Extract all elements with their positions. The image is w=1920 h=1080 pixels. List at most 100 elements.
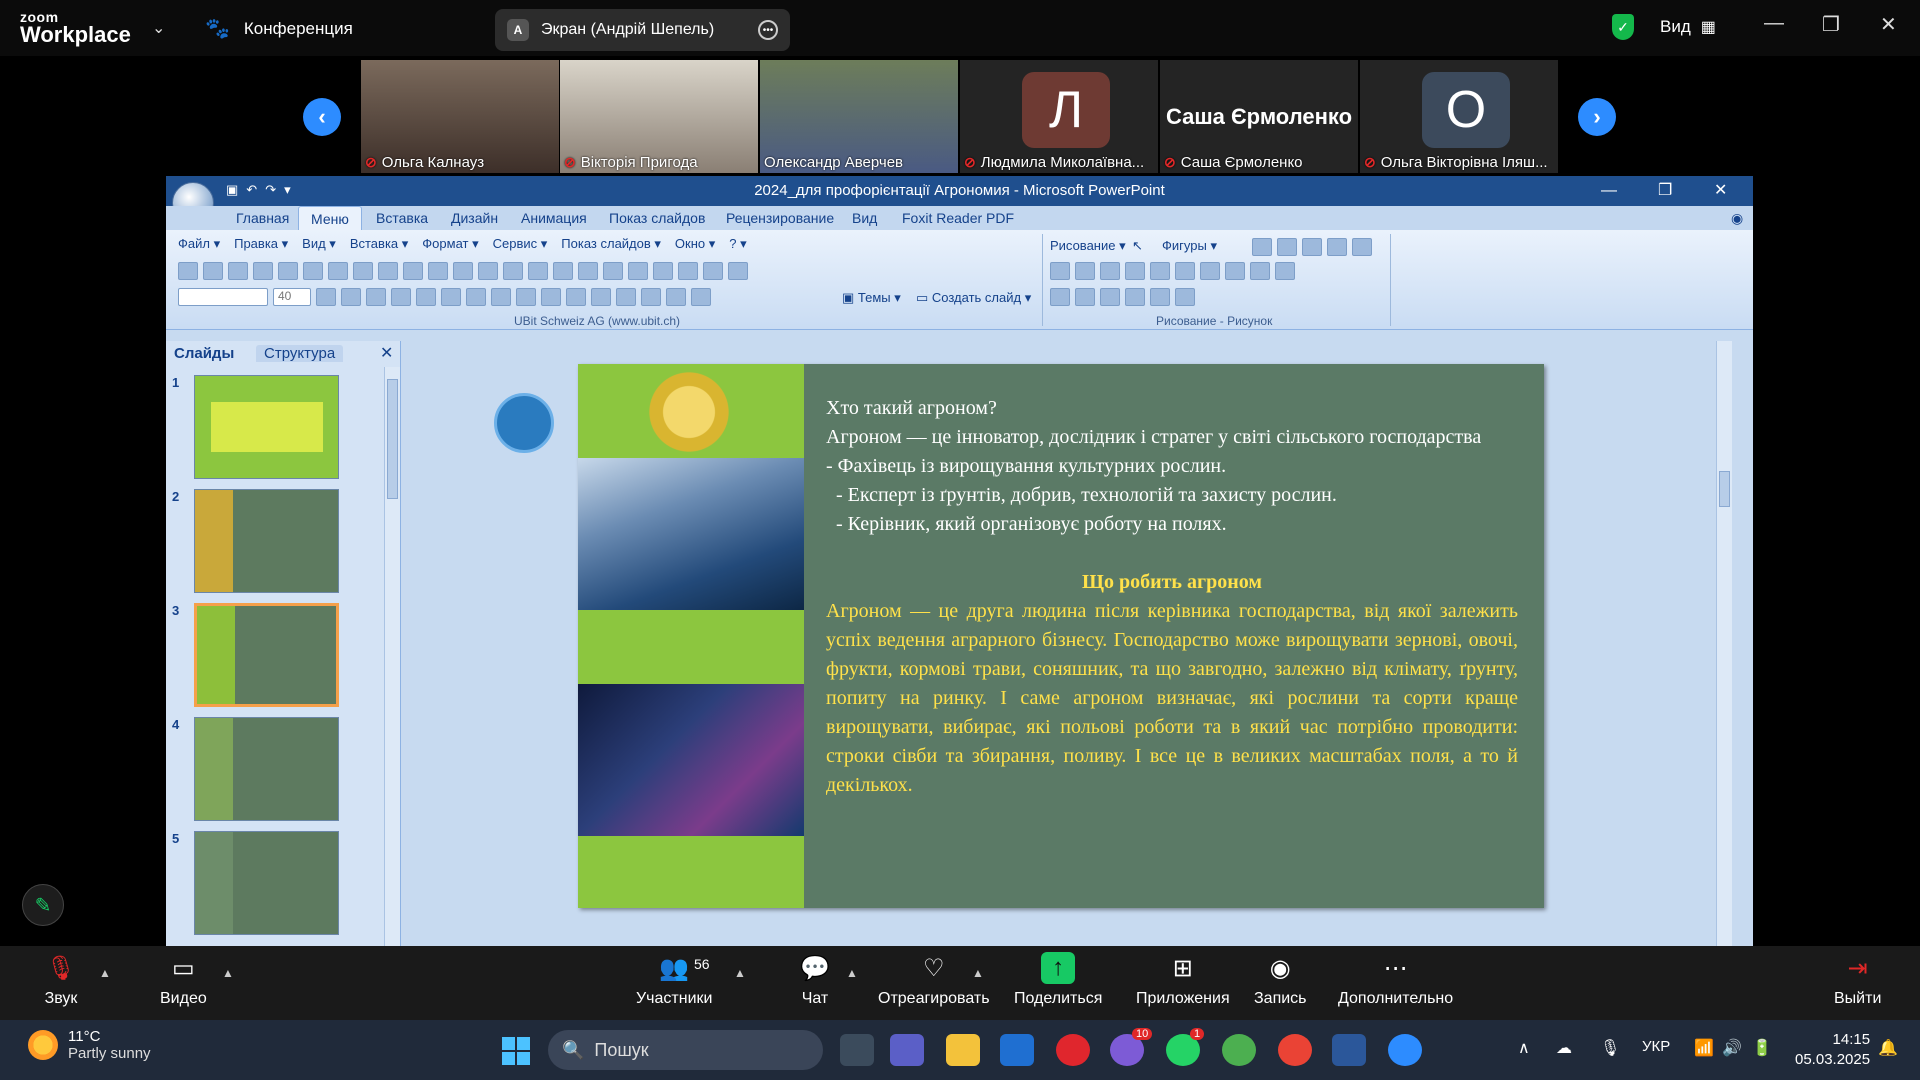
clock[interactable]: 14:15 05.03.2025	[1795, 1030, 1870, 1070]
participant-tile[interactable]: О ⊘ Ольга Вікторівна Іляш...	[1360, 60, 1558, 173]
record-button[interactable]: ◉ Запись	[1254, 952, 1307, 1008]
apps-button[interactable]: ⊞ Приложения	[1136, 952, 1230, 1008]
menu-service[interactable]: Сервис ▾	[493, 236, 548, 252]
undo-icon[interactable]	[453, 262, 473, 280]
more-button[interactable]: ⋯ Дополнительно	[1338, 952, 1453, 1008]
menu-slideshow[interactable]: Показ слайдов ▾	[561, 236, 661, 252]
link-icon[interactable]	[503, 262, 523, 280]
next-participants-button[interactable]: ›	[1578, 98, 1616, 136]
paste-icon[interactable]	[403, 262, 423, 280]
format-painter-icon[interactable]	[428, 262, 448, 280]
grid-icon[interactable]	[628, 262, 648, 280]
audio-button[interactable]: 🎙 Звук	[44, 952, 78, 1008]
search-box[interactable]: 🔍 Пошук	[548, 1030, 823, 1070]
video-caret-icon[interactable]: ▲	[222, 966, 234, 980]
tab-animation[interactable]: Анимация	[521, 210, 587, 226]
annotate-icon[interactable]: ✎	[22, 884, 64, 926]
editor-scrollbar[interactable]	[1716, 341, 1732, 946]
more-icon[interactable]: •••	[758, 20, 778, 40]
current-slide[interactable]: Хто такий агроном? Агроном — це інновато…	[578, 364, 1544, 908]
menu-help[interactable]: ? ▾	[729, 236, 746, 252]
dash-style-icon[interactable]	[1150, 288, 1170, 306]
brightness-down-icon[interactable]	[1150, 262, 1170, 280]
italic-icon[interactable]	[341, 288, 361, 306]
preview-icon[interactable]	[278, 262, 298, 280]
cursor-icon[interactable]: ↖	[1132, 238, 1143, 254]
color-icon[interactable]	[653, 262, 673, 280]
grayscale-icon[interactable]	[678, 262, 698, 280]
outdent-icon[interactable]	[666, 288, 686, 306]
participant-tile[interactable]: Л ⊘ Людмила Миколаївна...	[960, 60, 1158, 173]
recolor-icon[interactable]	[1200, 262, 1220, 280]
chevron-down-icon[interactable]: ⌄	[152, 18, 165, 38]
customize-icon[interactable]: ▾	[284, 182, 291, 198]
picture-icon[interactable]	[578, 262, 598, 280]
research-icon[interactable]	[328, 262, 348, 280]
tab-menu[interactable]: Меню	[298, 206, 362, 232]
ppt-minimize-icon[interactable]: —	[1601, 176, 1617, 206]
help-icon[interactable]	[728, 262, 748, 280]
slide-thumbnail-2[interactable]	[194, 489, 339, 593]
chat-button[interactable]: 💬 Чат	[798, 952, 832, 1008]
spell-icon[interactable]	[303, 262, 323, 280]
undo-icon[interactable]: ↶	[246, 182, 257, 198]
react-button[interactable]: ♡ Отреагировать	[878, 952, 990, 1008]
chat-caret-icon[interactable]: ▲	[846, 966, 858, 980]
conference-button[interactable]: 🐾 Конференция	[205, 16, 353, 41]
align-right-icon[interactable]	[466, 288, 486, 306]
contrast-up-icon[interactable]	[1075, 262, 1095, 280]
tab-slideshow[interactable]: Показ слайдов	[609, 210, 705, 226]
slide-text-box[interactable]: Хто такий агроном? Агроном — це інновато…	[826, 394, 1518, 800]
ppt-restore-icon[interactable]: ❐	[1658, 176, 1672, 206]
save-icon[interactable]	[228, 262, 248, 280]
numbering-icon[interactable]	[541, 288, 561, 306]
help-icon[interactable]: ◉	[1731, 210, 1743, 227]
save-icon[interactable]: ▣	[226, 182, 238, 198]
tab-design[interactable]: Дизайн	[451, 210, 498, 226]
slide-thumbnail-5[interactable]	[194, 831, 339, 935]
shield-check-icon[interactable]: ✓	[1612, 14, 1634, 40]
cloud-icon[interactable]: ☁	[1556, 1038, 1572, 1058]
crop-icon[interactable]	[1225, 262, 1245, 280]
video-button[interactable]: ▭ Видео	[160, 952, 207, 1008]
arrow-style-icon[interactable]	[1175, 288, 1195, 306]
scroll-thumb[interactable]	[1719, 471, 1730, 507]
prev-participants-button[interactable]: ‹	[303, 98, 341, 136]
underline-icon[interactable]	[366, 288, 386, 306]
menu-view[interactable]: Вид ▾	[302, 236, 336, 252]
tab-foxit[interactable]: Foxit Reader PDF	[902, 210, 1014, 226]
volume-icon[interactable]: 🔊	[1722, 1038, 1742, 1058]
slide-thumbnail-4[interactable]	[194, 717, 339, 821]
start-icon[interactable]	[502, 1037, 530, 1065]
participant-tile[interactable]: Саша Єрмоленко ⊘ Саша Єрмоленко	[1160, 60, 1358, 173]
rotate-icon[interactable]	[1175, 262, 1195, 280]
zoom-app-icon[interactable]	[1388, 1034, 1422, 1066]
font-shrink-icon[interactable]	[616, 288, 636, 306]
audio-caret-icon[interactable]: ▲	[99, 966, 111, 980]
indent-icon[interactable]	[641, 288, 661, 306]
wifi-icon[interactable]: 📶	[1694, 1038, 1714, 1058]
compress-icon[interactable]	[1250, 262, 1270, 280]
participant-tile[interactable]: Олександр Аверчев	[760, 60, 958, 173]
tab-insert[interactable]: Вставка	[376, 210, 428, 226]
menu-file[interactable]: Файл ▾	[178, 236, 220, 252]
table-icon[interactable]	[528, 262, 548, 280]
zoom-icon[interactable]	[703, 262, 723, 280]
task-view-icon[interactable]	[840, 1034, 874, 1066]
tab-slides[interactable]: Слайды	[174, 345, 234, 362]
bullets-icon[interactable]	[566, 288, 586, 306]
chevron-up-icon[interactable]: ∧	[1518, 1038, 1530, 1058]
language-indicator[interactable]: УКР	[1642, 1038, 1670, 1055]
themes-button[interactable]: ▣ Темы ▾	[842, 290, 901, 306]
fill-icon[interactable]	[1327, 238, 1347, 256]
share-button[interactable]: ↑ Поделиться	[1014, 952, 1102, 1008]
participants-caret-icon[interactable]: ▲	[734, 966, 746, 980]
opera-icon[interactable]	[1056, 1034, 1090, 1066]
slide-thumbnail-1[interactable]	[194, 375, 339, 479]
word-icon[interactable]	[1332, 1034, 1366, 1066]
justify-icon[interactable]	[491, 288, 511, 306]
line-color-icon[interactable]	[1075, 288, 1095, 306]
font-name-field[interactable]	[178, 288, 268, 306]
expand-icon[interactable]	[603, 262, 623, 280]
chart-icon[interactable]	[494, 393, 554, 453]
